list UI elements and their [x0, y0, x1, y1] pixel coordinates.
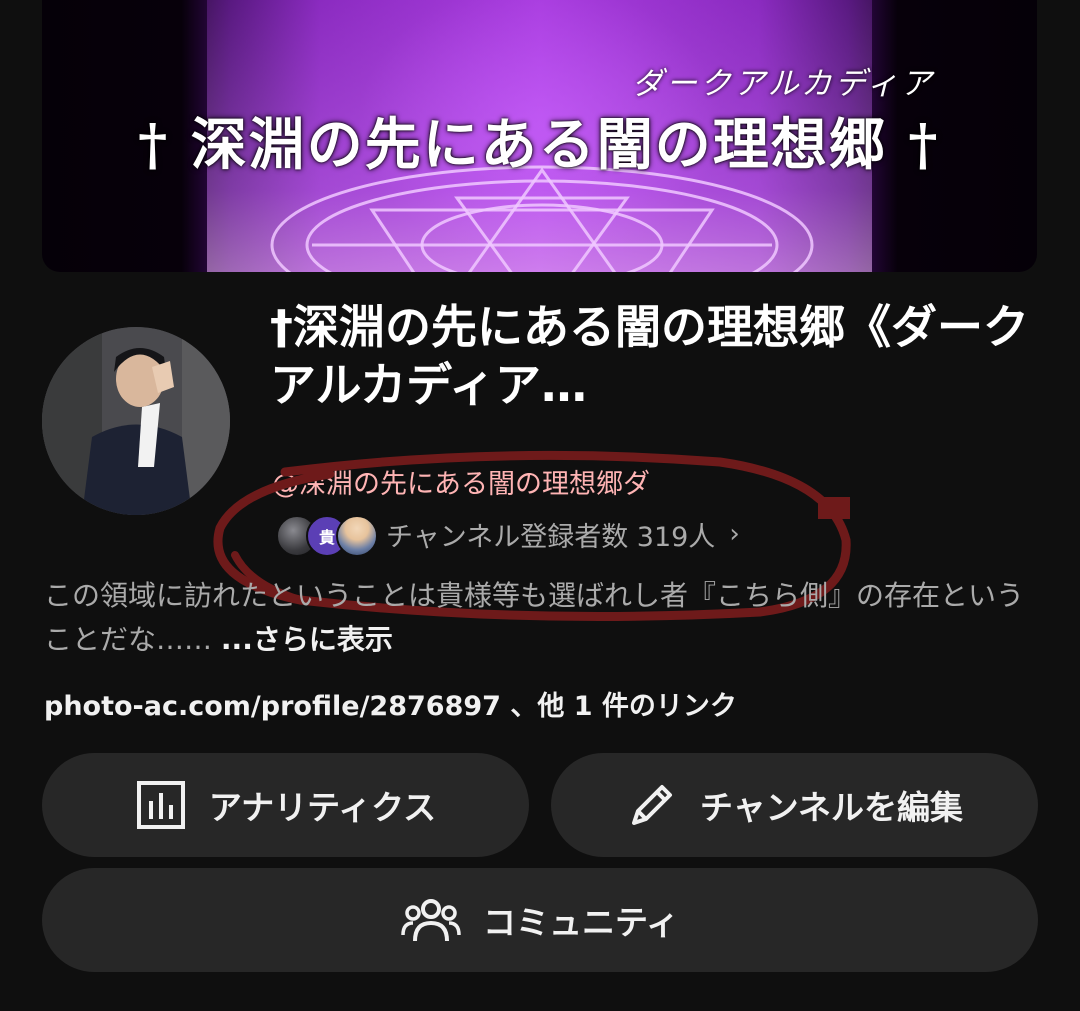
- channel-handle: @深淵の先にある闇の理想郷ダ: [272, 469, 650, 500]
- subscribers-row[interactable]: 貴 チャンネル登録者数 319人 ›: [276, 512, 740, 557]
- edit-channel-button[interactable]: チャンネルを編集: [551, 753, 1038, 857]
- community-button[interactable]: コミュニティ: [42, 868, 1038, 972]
- subscriber-avatars: 貴: [276, 514, 378, 557]
- pencil-icon: [626, 779, 678, 831]
- subscriber-avatar: [336, 515, 378, 557]
- people-icon: [401, 895, 461, 945]
- channel-title: †深淵の先にある闇の理想郷《ダークアルカディア…: [270, 300, 1029, 412]
- banner-title: † 深淵の先にある闇の理想郷 †: [138, 112, 940, 178]
- edit-channel-label: チャンネルを編集: [699, 788, 963, 827]
- analytics-button[interactable]: アナリティクス: [42, 753, 529, 857]
- description-text: この領域に訪れたということは貴様等も選ばれし者『こちら側』の存在ということだな……: [44, 579, 1025, 656]
- channel-banner[interactable]: ダークアルカディア † 深淵の先にある闇の理想郷 †: [42, 0, 1037, 272]
- channel-avatar[interactable]: [42, 327, 230, 515]
- analytics-label: アナリティクス: [208, 788, 437, 827]
- chevron-right-icon: ›: [729, 519, 740, 549]
- avatar-photo: [42, 327, 230, 515]
- show-more-link[interactable]: ...さらに表示: [221, 623, 393, 656]
- subscriber-count: チャンネル登録者数 319人: [386, 521, 716, 553]
- community-label: コミュニティ: [482, 903, 680, 942]
- banner-kana-text: ダークアルカディア: [632, 66, 935, 102]
- channel-description[interactable]: この領域に訪れたということは貴様等も選ばれし者『こちら側』の存在ということだな……: [44, 574, 1044, 662]
- channel-links[interactable]: photo-ac.com/profile/2876897 、他 1 件のリンク: [44, 684, 737, 723]
- bar-chart-icon: [135, 779, 187, 831]
